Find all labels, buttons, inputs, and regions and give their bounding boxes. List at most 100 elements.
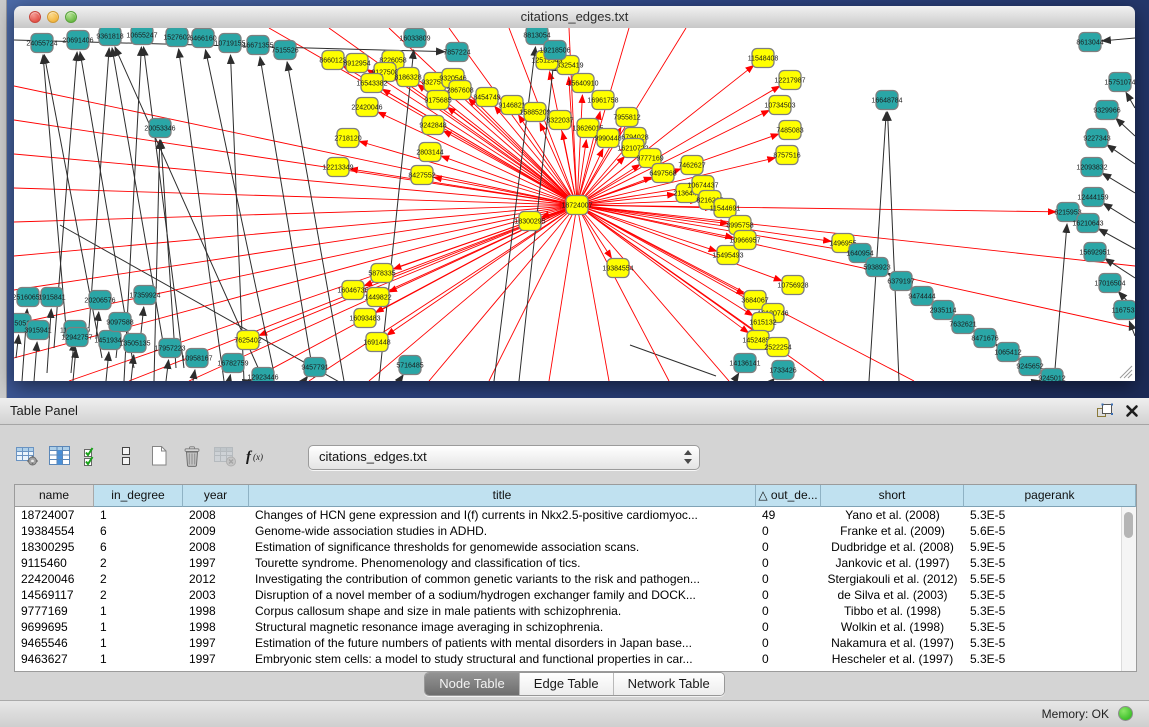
graph-node[interactable]: 9245012 <box>1038 369 1065 382</box>
graph-node[interactable]: 16210643 <box>1072 214 1103 233</box>
tab-edge-table[interactable]: Edge Table <box>520 673 614 695</box>
tab-network-table[interactable]: Network Table <box>614 673 724 695</box>
graph-node[interactable]: 12942757 <box>61 328 92 347</box>
graph-node[interactable]: 22420046 <box>351 98 382 117</box>
graph-node[interactable]: 9097588 <box>106 313 133 332</box>
graph-node[interactable]: 5716485 <box>396 356 423 375</box>
graph-node[interactable]: 10734503 <box>764 96 795 115</box>
table-row[interactable]: 969969511998Structural magnetic resonanc… <box>15 619 1136 635</box>
delete-table-button[interactable] <box>212 444 238 470</box>
graph-node[interactable]: 1691448 <box>363 333 390 352</box>
graph-node[interactable]: 9245652 <box>1016 357 1043 376</box>
graph-node[interactable]: 1167533 <box>1112 301 1135 320</box>
zoom-window-button[interactable] <box>65 11 77 23</box>
graph-node[interactable]: 8186328 <box>394 68 421 87</box>
graph-node[interactable]: 8757516 <box>773 146 800 165</box>
graph-node[interactable]: 1915841 <box>38 288 65 307</box>
graph-node[interactable]: 17016504 <box>1094 274 1125 293</box>
graph-node[interactable]: 1615132 <box>749 313 776 332</box>
graph-node[interactable]: 7857224 <box>443 43 470 62</box>
table-row[interactable]: 1872400712008Changes of HCN gene express… <box>15 507 1136 523</box>
window-titlebar[interactable]: citations_edges.txt <box>14 6 1135 29</box>
graph-node[interactable]: 6379197 <box>887 272 914 291</box>
table-row[interactable]: 1456911722003Disruption of a novel membe… <box>15 587 1136 603</box>
graph-node[interactable]: 16093483 <box>349 309 380 328</box>
graph-node[interactable]: 9361818 <box>96 28 123 46</box>
table-select-dropdown[interactable]: citations_edges.txt <box>308 445 700 470</box>
graph-node[interactable]: 15640910 <box>567 74 598 93</box>
graph-node[interactable]: 20206576 <box>84 291 115 310</box>
graph-node[interactable]: 9242848 <box>419 116 446 135</box>
column-header-out_degree[interactable]: △ out_de... <box>756 485 821 507</box>
graph-node[interactable]: 19384554 <box>602 259 633 278</box>
graph-node[interactable]: 12093832 <box>1076 158 1107 177</box>
graph-node[interactable]: 2522254 <box>764 338 791 357</box>
graph-node[interactable]: 7485083 <box>776 121 803 140</box>
graph-node[interactable]: 12444159 <box>1077 188 1108 207</box>
graph-node[interactable]: 8912954 <box>343 54 370 73</box>
graph-node[interactable]: 16961758 <box>587 91 618 110</box>
graph-node[interactable]: 10966957 <box>729 231 760 250</box>
graph-node[interactable]: 18724007 <box>561 196 592 215</box>
graph-node[interactable]: 24055724 <box>26 34 57 53</box>
graph-node[interactable]: 20691406 <box>62 31 93 50</box>
table-row[interactable]: 946554611997Estimation of the future num… <box>15 635 1136 651</box>
table-row[interactable]: 946362711997Embryonic stem cells: a mode… <box>15 651 1136 667</box>
close-window-button[interactable] <box>29 11 41 23</box>
graph-node[interactable]: 3915941 <box>24 321 51 340</box>
graph-node[interactable]: 1733426 <box>769 361 796 380</box>
graph-node[interactable]: 16671355 <box>242 36 273 55</box>
float-panel-icon[interactable] <box>1095 402 1114 420</box>
graph-node[interactable]: 16543382 <box>356 74 387 93</box>
graph-node[interactable]: 2803144 <box>416 143 443 162</box>
table-row[interactable]: 1830029562008Estimation of significance … <box>15 539 1136 555</box>
graph-node[interactable]: 6466160 <box>189 29 216 48</box>
graph-node[interactable]: 8427552 <box>408 166 435 185</box>
column-header-title[interactable]: title <box>249 485 756 507</box>
graph-node[interactable]: 11548408 <box>748 49 779 68</box>
minimize-window-button[interactable] <box>47 11 59 23</box>
graph-node[interactable]: 1065412 <box>994 343 1021 362</box>
close-panel-icon[interactable] <box>1122 402 1141 420</box>
resize-grip-icon[interactable] <box>1117 363 1133 379</box>
delete-rows-button[interactable] <box>179 444 205 470</box>
graph-node[interactable]: 16033809 <box>399 29 430 48</box>
graph-node[interactable]: 5878335 <box>368 264 395 283</box>
graph-node[interactable]: 9329966 <box>1093 101 1120 120</box>
graph-node[interactable]: 1527602 <box>163 28 190 47</box>
graph-node[interactable]: 12213349 <box>322 158 353 177</box>
graph-node[interactable]: 18300295 <box>514 212 545 231</box>
citation-network-graph[interactable]: 1872400786601238912954822605891275081654… <box>14 28 1135 381</box>
graph-node[interactable]: 5938923 <box>863 258 890 277</box>
graph-node[interactable]: 8613044 <box>1076 33 1103 52</box>
scrollbar-thumb[interactable] <box>1124 512 1133 538</box>
graph-node[interactable]: 7955812 <box>613 108 640 127</box>
graph-node[interactable]: 17359924 <box>129 286 160 305</box>
graph-node[interactable]: 8471676 <box>971 329 998 348</box>
graph-node[interactable]: 10958167 <box>181 349 212 368</box>
graph-node[interactable]: 7515526 <box>271 41 298 60</box>
column-header-year[interactable]: year <box>183 485 249 507</box>
graph-node[interactable]: 15692951 <box>1079 243 1110 262</box>
network-canvas[interactable]: 1872400786601238912954822605891275081654… <box>14 28 1135 381</box>
graph-node[interactable]: 12923446 <box>247 368 278 382</box>
graph-node[interactable]: 13505135 <box>119 334 150 353</box>
graph-node[interactable]: 10655247 <box>126 28 157 45</box>
graph-node[interactable]: 9457791 <box>301 358 328 377</box>
graph-node[interactable]: 16648784 <box>871 91 902 110</box>
column-header-pagerank[interactable]: pagerank <box>964 485 1136 507</box>
graph-node[interactable]: 10756928 <box>777 276 808 295</box>
column-header-in_degree[interactable]: in_degree <box>94 485 183 507</box>
table-row[interactable]: 977716911998Corpus callosum shape and si… <box>15 603 1136 619</box>
graph-node[interactable]: 19218506 <box>539 41 570 60</box>
new-document-button[interactable] <box>146 444 172 470</box>
column-header-name[interactable]: name <box>15 485 94 507</box>
table-row[interactable]: 911546021997Tourette syndrome. Phenomeno… <box>15 555 1136 571</box>
table-row[interactable]: 2242004622012Investigating the contribut… <box>15 571 1136 587</box>
graph-node[interactable]: 7462627 <box>678 156 705 175</box>
graph-node[interactable]: 7632621 <box>949 315 976 334</box>
show-columns-button[interactable] <box>47 444 73 470</box>
graph-node[interactable]: 11544691 <box>710 199 741 218</box>
graph-node[interactable]: 8454749 <box>473 88 500 107</box>
graph-node[interactable]: 14136141 <box>729 354 760 373</box>
